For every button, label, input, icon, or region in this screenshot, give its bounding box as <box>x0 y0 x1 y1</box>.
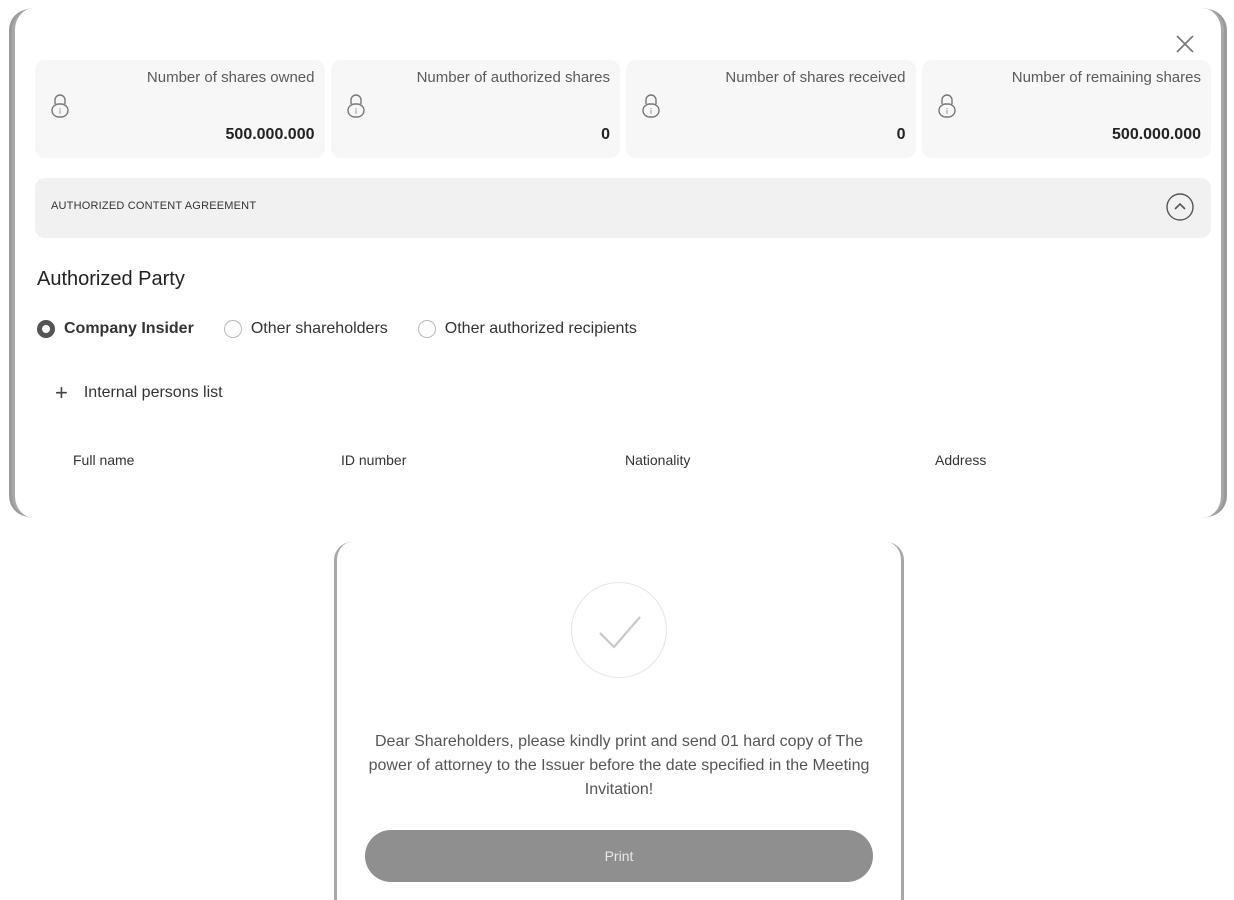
radio-label: Company Insider <box>64 320 194 337</box>
stat-shares-owned: i Number of shares owned 500.000.000 <box>35 60 325 158</box>
check-icon <box>571 582 667 678</box>
print-button[interactable]: Print <box>365 830 873 882</box>
stat-value: 500.000.000 <box>1112 126 1201 143</box>
radio-dot[interactable] <box>37 320 55 338</box>
close-icon[interactable] <box>1171 30 1199 58</box>
plus-icon: + <box>55 380 68 405</box>
share-stats: i Number of shares owned 500.000.000 i N… <box>35 60 1211 158</box>
stat-label: Number of shares received <box>725 69 906 86</box>
column-id-number: ID number <box>341 452 407 468</box>
radio-label: Other shareholders <box>250 320 388 337</box>
agreement-title: AUTHORIZED CONTENT AGREEMENT <box>51 200 257 212</box>
chevron-up-icon[interactable] <box>1165 192 1195 222</box>
svg-text:i: i <box>650 107 652 116</box>
dialog-message: Dear Shareholders, please kindly print a… <box>368 733 870 798</box>
stat-label: Number of shares owned <box>146 69 315 86</box>
authorized-party-radio-group: Company Insider Other shareholders Other… <box>37 316 667 342</box>
lock-icon: i <box>640 94 662 120</box>
svg-text:i: i <box>354 107 356 116</box>
stat-label: Number of remaining shares <box>1011 69 1201 86</box>
radio-other-shareholders[interactable]: Other shareholders <box>223 320 388 338</box>
table-header: Full name ID number Nationality Address <box>73 452 1173 476</box>
radio-dot[interactable] <box>223 320 242 338</box>
stat-label: Number of authorized shares <box>416 69 610 86</box>
lock-icon: i <box>345 94 367 120</box>
shares-panel: i Number of shares owned 500.000.000 i N… <box>12 8 1224 518</box>
success-dialog: Dear Shareholders, please kindly print a… <box>334 542 904 900</box>
lock-icon: i <box>49 94 71 120</box>
add-list-label: Internal persons list <box>83 384 223 401</box>
stat-value: 0 <box>896 126 906 143</box>
add-internal-persons-button[interactable]: + Internal persons list <box>55 382 223 404</box>
svg-text:i: i <box>59 107 61 116</box>
stat-authorized-shares: i Number of authorized shares 0 <box>330 60 620 158</box>
stat-shares-received: i Number of shares received 0 <box>626 60 916 158</box>
stat-remaining-shares: i Number of remaining shares 500.000.000 <box>921 60 1211 158</box>
column-nationality: Nationality <box>625 452 691 468</box>
stat-value: 0 <box>601 126 610 143</box>
column-address: Address <box>935 452 987 468</box>
section-title: Authorized Party <box>37 268 185 290</box>
svg-text:i: i <box>945 107 947 116</box>
lock-icon: i <box>936 94 958 120</box>
stat-value: 500.000.000 <box>225 126 315 143</box>
radio-other-authorized-recipients[interactable]: Other authorized recipients <box>417 320 637 338</box>
radio-company-insider[interactable]: Company Insider <box>37 320 194 338</box>
radio-dot[interactable] <box>417 320 436 338</box>
column-full-name: Full name <box>73 452 135 468</box>
authorized-content-agreement-bar[interactable]: AUTHORIZED CONTENT AGREEMENT <box>35 178 1211 238</box>
radio-label: Other authorized recipients <box>444 320 637 337</box>
